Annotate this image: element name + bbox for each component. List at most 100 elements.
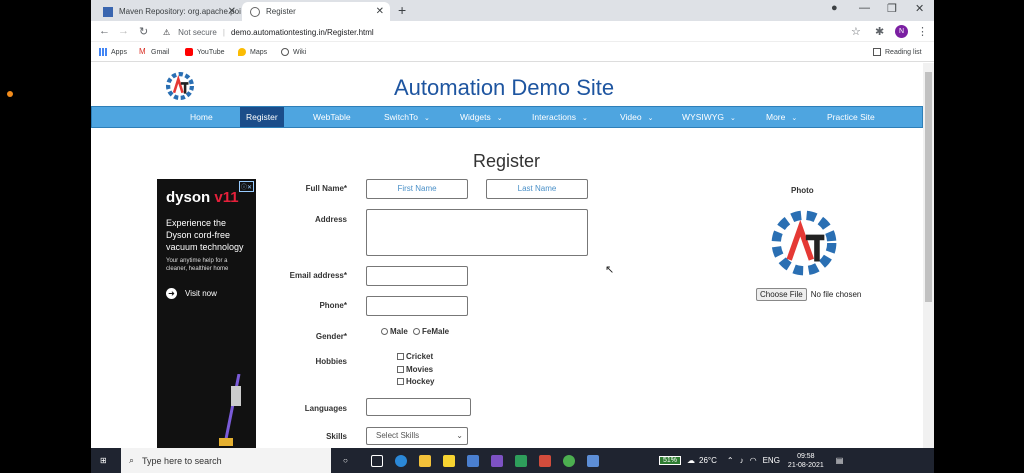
chevron-down-icon: ⌄ [496, 115, 503, 122]
battery-indicator[interactable]: 51% [659, 456, 682, 465]
chrome-icon[interactable] [563, 454, 575, 467]
address-textarea[interactable] [366, 209, 588, 256]
clock[interactable]: 09:58 21-08-2021 [788, 452, 824, 470]
form-heading: Register [473, 151, 541, 171]
hobby-hockey-checkbox[interactable]: Hockey [397, 377, 434, 386]
nav-wysiwyg[interactable]: WYSIWYG ⌄ [682, 107, 736, 127]
bookmark-maps[interactable]: Maps [238, 48, 267, 56]
reload-icon[interactable]: ↻ [139, 25, 148, 38]
back-icon[interactable]: ← [99, 25, 110, 37]
ad-choices-icon[interactable]: ⓘ✕ [238, 181, 254, 192]
email-label: Email address* [289, 271, 347, 280]
task-view-icon[interactable] [371, 454, 383, 467]
email-input[interactable] [366, 266, 468, 286]
nav-video[interactable]: Video ⌄ [620, 107, 653, 127]
minimize-icon[interactable]: — [859, 2, 870, 14]
app-icon[interactable] [587, 454, 599, 467]
nav-webtable[interactable]: WebTable [313, 107, 351, 127]
checkbox[interactable] [397, 378, 404, 385]
tab-search-icon[interactable]: ● [831, 2, 838, 14]
close-icon[interactable]: ✕ [376, 6, 384, 17]
nav-widgets[interactable]: Widgets ⌄ [460, 107, 503, 127]
language-indicator[interactable]: ENG [763, 456, 780, 465]
photo-upload[interactable]: Choose File No file chosen [756, 288, 861, 301]
skills-label: Skills [326, 432, 347, 441]
tab-title: Maven Repository: org.apache.poi [119, 7, 241, 16]
taskbar-apps [371, 448, 611, 473]
last-name-input[interactable]: Last Name [486, 179, 588, 199]
windows-start-icon[interactable]: ⊞ [100, 448, 107, 473]
chevron-down-icon: ⌄ [581, 115, 588, 122]
bookmark-apps[interactable]: Apps [99, 48, 127, 56]
skills-select[interactable]: Select Skills ⌄ [366, 427, 468, 445]
chevron-down-icon: ⌄ [424, 115, 430, 122]
restore-icon[interactable]: ❐ [887, 2, 897, 15]
taskbar-search[interactable]: ⌕ Type here to search [121, 448, 331, 473]
bookmarks-bar: Apps M Gmail YouTube Maps Wiki Reading li… [91, 42, 934, 62]
tab-maven[interactable]: Maven Repository: org.apache.poi ✕ [95, 2, 242, 21]
new-tab-button[interactable]: + [398, 2, 406, 18]
tab-register[interactable]: Register ✕ [242, 2, 390, 21]
weather-temp[interactable]: 26°C [699, 456, 717, 465]
warning-icon: ⚠ [163, 27, 171, 37]
close-window-icon[interactable]: ✕ [915, 2, 924, 15]
reading-list[interactable]: Reading list [873, 48, 922, 56]
nav-register[interactable]: Register [240, 107, 284, 127]
divider: | [222, 27, 225, 37]
checkbox[interactable] [397, 366, 404, 373]
chevron-down-icon: ⌄ [791, 115, 798, 122]
app-icon[interactable] [515, 454, 527, 467]
profile-avatar[interactable]: N [895, 25, 908, 38]
chevron-up-icon[interactable]: ⌃ [727, 456, 734, 465]
app-icon[interactable] [539, 454, 551, 467]
edge-icon[interactable] [395, 454, 407, 467]
nav-switchto[interactable]: SwitchTo ⌄ [384, 107, 430, 127]
forward-icon[interactable]: → [118, 25, 129, 37]
radio-button[interactable] [381, 328, 388, 335]
ad-visit-button[interactable]: ➜ Visit now [166, 288, 217, 299]
dyson-ad[interactable]: ⓘ✕ dyson v11 Experience the Dyson cord-f… [157, 179, 256, 448]
bookmark-youtube[interactable]: YouTube [185, 48, 225, 56]
nav-home[interactable]: Home [190, 107, 213, 127]
file-explorer-icon[interactable] [419, 454, 431, 467]
main-nav: Home Register WebTable SwitchTo ⌄ Widgets… [91, 106, 923, 128]
system-tray: 51% ☁ 26°C ⌃ ♪ ◠ ENG 09:58 21-08-2021 ▤ [659, 448, 843, 473]
taskbar: ⊞ ⌕ Type here to search ○ 51% ☁ 26°C ⌃ ♪… [91, 448, 934, 473]
star-icon[interactable]: ☆ [851, 25, 861, 38]
extensions-icon[interactable]: ✱ [875, 25, 884, 38]
app-icon[interactable] [467, 454, 479, 467]
notifications-icon[interactable]: ▤ [836, 456, 844, 465]
nav-practice-site[interactable]: Practice Site [827, 107, 875, 127]
browser-window: Maven Repository: org.apache.poi ✕ Regis… [91, 0, 934, 448]
first-name-input[interactable]: First Name [366, 179, 468, 199]
bookmark-wiki[interactable]: Wiki [281, 48, 306, 56]
address-bar[interactable]: ⚠ Not secure | demo.automationtesting.in… [163, 24, 865, 40]
wifi-icon[interactable]: ◠ [750, 456, 757, 465]
radio-button[interactable] [413, 328, 420, 335]
weather-icon[interactable]: ☁ [687, 456, 695, 465]
cortana-icon[interactable]: ○ [343, 448, 348, 473]
sticky-notes-icon[interactable] [443, 454, 455, 467]
nav-more[interactable]: More ⌄ [766, 107, 797, 127]
chevron-down-icon: ⌄ [730, 115, 736, 122]
app-icon[interactable] [491, 454, 503, 467]
site-logo [165, 71, 195, 101]
checkbox[interactable] [397, 353, 404, 360]
volume-icon[interactable]: ♪ [740, 456, 744, 465]
choose-file-button[interactable]: Choose File [756, 288, 807, 301]
menu-icon[interactable]: ⋮ [917, 25, 928, 38]
hobby-cricket-checkbox[interactable]: Cricket [397, 352, 433, 361]
photo-label: Photo [791, 186, 814, 195]
scrollbar-thumb[interactable] [925, 72, 932, 302]
photo-logo [771, 210, 837, 276]
nav-interactions[interactable]: Interactions ⌄ [532, 107, 588, 127]
hobby-movies-checkbox[interactable]: Movies [397, 365, 433, 374]
close-icon[interactable]: ✕ [228, 6, 236, 17]
phone-input[interactable] [366, 296, 468, 316]
gender-female-radio[interactable]: FeMale [413, 327, 449, 336]
bookmark-gmail[interactable]: M Gmail [139, 48, 169, 56]
languages-dropdown[interactable] [366, 398, 471, 416]
gender-male-radio[interactable]: Male [381, 327, 408, 336]
vacuum-image [219, 374, 241, 446]
site-title: Automation Demo Site [394, 75, 615, 100]
